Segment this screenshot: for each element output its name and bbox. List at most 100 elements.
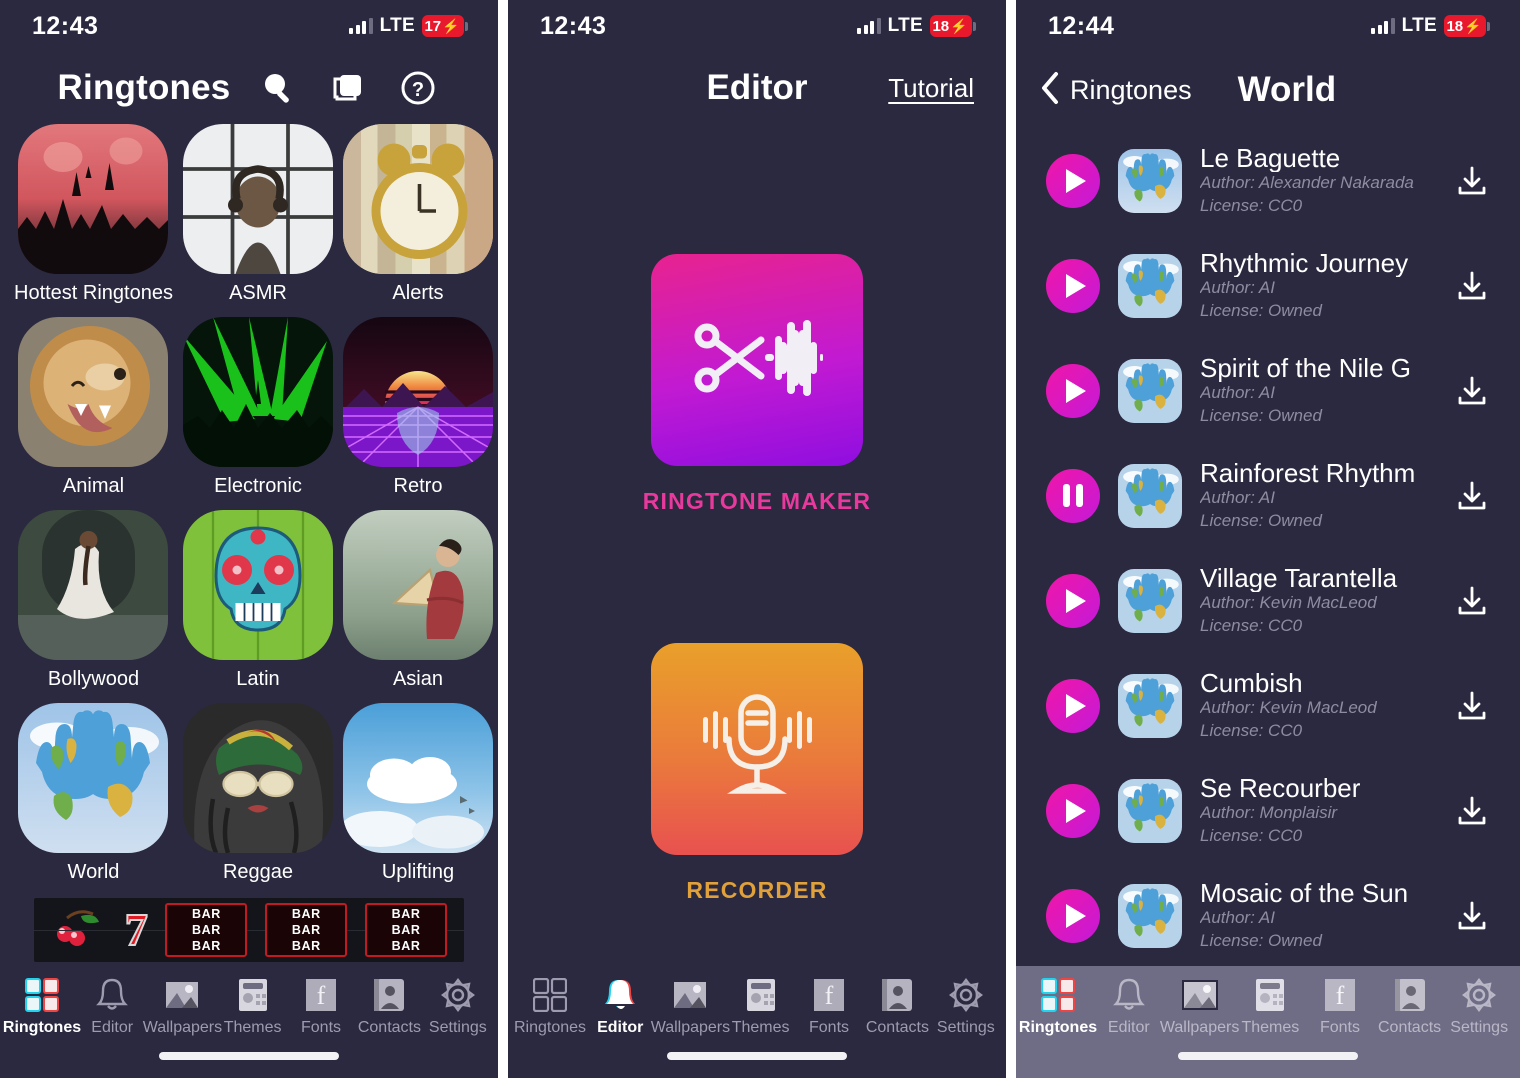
tab-fonts[interactable]: f Fonts [287, 976, 355, 1037]
track-license: License: Owned [1200, 405, 1322, 425]
download-icon[interactable] [1450, 159, 1494, 203]
download-icon[interactable] [1450, 264, 1494, 308]
tab-editor[interactable]: Editor [78, 976, 146, 1037]
play-button[interactable] [1046, 258, 1100, 313]
phone-panel-world-list: 12:44 LTE 18 ⚡ Ringtones World Le Baguet… [1016, 0, 1520, 1078]
home-indicator[interactable] [667, 1052, 847, 1060]
recorder-button[interactable] [651, 643, 863, 855]
download-icon[interactable] [1450, 789, 1494, 833]
category-tile[interactable]: Hottest Ringtones [14, 124, 173, 313]
category-thumbnail-synthwave [342, 317, 493, 467]
battery-percent: 18 [1446, 17, 1464, 35]
image-icon [670, 976, 710, 1014]
category-tile[interactable]: Retro [342, 317, 493, 506]
banner-ad[interactable]: 7 BAR BAR BAR BAR BAR BAR BAR BAR BAR [34, 898, 464, 962]
tab-themes[interactable]: Themes [1236, 976, 1306, 1037]
list-item[interactable]: Village Tarantella Author: Kevin MacLeod… [1016, 548, 1520, 653]
tab-label: Ringtones [513, 1019, 587, 1036]
list-item[interactable]: Rhythmic Journey Author: AI License: Own… [1016, 233, 1520, 338]
tab-settings[interactable]: Settings [932, 976, 1000, 1037]
pause-button[interactable] [1046, 468, 1100, 523]
category-tile[interactable]: Animal [14, 317, 173, 506]
tab-ringtones[interactable]: Ringtones [514, 976, 586, 1037]
home-indicator[interactable] [159, 1052, 339, 1060]
track-thumbnail [1118, 673, 1182, 738]
ringtone-maker-button[interactable] [651, 254, 863, 466]
list-item[interactable]: Se Recourber Author: Monplaisir License:… [1016, 758, 1520, 863]
tab-themes[interactable]: Themes [726, 976, 794, 1037]
tab-ringtones[interactable]: Ringtones [1018, 976, 1098, 1037]
tab-fonts[interactable]: f Fonts [1305, 976, 1375, 1037]
play-button[interactable] [1046, 573, 1100, 628]
play-button[interactable] [1046, 783, 1100, 838]
category-tile[interactable]: Latin [182, 510, 333, 699]
copy-icon[interactable] [326, 66, 370, 110]
search-icon[interactable] [256, 66, 300, 110]
bar-text: BAR [291, 939, 321, 953]
track-title: Spirit of the Nile G [1200, 354, 1411, 383]
play-button[interactable] [1046, 153, 1100, 208]
tab-ringtones[interactable]: Ringtones [3, 976, 81, 1037]
tab-contacts[interactable]: Contacts [863, 976, 931, 1037]
category-tile[interactable]: Uplifting [342, 703, 493, 892]
tab-fonts[interactable]: f Fonts [795, 976, 863, 1037]
tutorial-link[interactable]: Tutorial [888, 73, 974, 104]
category-tile[interactable]: Alerts [342, 124, 493, 313]
category-tile[interactable]: Electronic [182, 317, 333, 506]
tab-wallpapers[interactable]: Wallpapers [143, 976, 222, 1037]
category-tile[interactable]: Asian [342, 510, 493, 699]
play-button[interactable] [1046, 888, 1100, 943]
tab-wallpapers[interactable]: Wallpapers [1160, 976, 1239, 1037]
track-meta: Rhythmic Journey Author: AI License: Own… [1200, 249, 1432, 321]
category-tile[interactable]: Reggae [182, 703, 333, 892]
tab-editor[interactable]: Editor [1094, 976, 1164, 1037]
tab-label: Ringtones [1018, 1019, 1098, 1036]
list-item[interactable]: Cumbish Author: Kevin MacLeod License: C… [1016, 653, 1520, 758]
track-license: License: Owned [1200, 930, 1322, 950]
contact-icon [1390, 976, 1430, 1014]
tab-editor[interactable]: Editor [586, 976, 654, 1037]
list-item[interactable]: Le Baguette Author: Alexander Nakarada L… [1016, 128, 1520, 233]
tab-wallpapers[interactable]: Wallpapers [651, 976, 730, 1037]
category-label: Hottest Ringtones [14, 282, 173, 304]
category-label: Alerts [392, 282, 444, 304]
list-item[interactable]: Spirit of the Nile G Author: AI License:… [1016, 338, 1520, 443]
home-indicator[interactable] [1178, 1052, 1358, 1060]
tab-contacts[interactable]: Contacts [355, 976, 423, 1037]
play-button[interactable] [1046, 363, 1100, 418]
download-icon[interactable] [1450, 369, 1494, 413]
tab-label: Contacts [1378, 1019, 1442, 1036]
tab-label: Editor [91, 1019, 134, 1036]
status-indicators: LTE 18 ⚡ [857, 15, 976, 37]
ringtone-maker-label: RINGTONE MAKER [642, 488, 872, 514]
track-title: Cumbish [1200, 669, 1303, 698]
tab-themes[interactable]: Themes [218, 976, 286, 1037]
page-title: Ringtones [57, 68, 231, 107]
track-thumbnail [1118, 358, 1182, 423]
tab-settings[interactable]: Settings [424, 976, 492, 1037]
category-tile[interactable]: ASMR [182, 124, 333, 313]
list-item[interactable]: Rainforest Rhythm Author: AI License: Ow… [1016, 443, 1520, 548]
download-icon[interactable] [1450, 474, 1494, 518]
category-tile[interactable]: World [14, 703, 173, 892]
track-thumbnail [1118, 463, 1182, 528]
back-button[interactable]: Ringtones [1040, 71, 1192, 110]
track-thumbnail [1118, 883, 1182, 948]
help-icon[interactable]: ? [396, 66, 440, 110]
tab-settings[interactable]: Settings [1444, 976, 1514, 1037]
track-title: Le Baguette [1200, 144, 1341, 173]
download-icon[interactable] [1450, 894, 1494, 938]
status-bar: 12:43 LTE 17 ⚡ [0, 0, 498, 52]
tab-label: Settings [428, 1019, 487, 1036]
download-icon[interactable] [1450, 684, 1494, 728]
play-button[interactable] [1046, 678, 1100, 733]
chevron-left-icon [1040, 71, 1060, 110]
list-item[interactable]: Mosaic of the Sun Author: AI License: Ow… [1016, 863, 1520, 968]
phone-panel-ringtones: 12:43 LTE 17 ⚡ Ringtones ? Hottest Ringt… [0, 0, 498, 1078]
tab-contacts[interactable]: Contacts [1375, 976, 1445, 1037]
charging-bolt-icon: ⚡ [950, 18, 968, 34]
slot-bar-reel: BAR BAR BAR [365, 903, 448, 957]
download-icon[interactable] [1450, 579, 1494, 623]
charging-bolt-icon: ⚡ [442, 18, 460, 34]
category-tile[interactable]: Bollywood [14, 510, 173, 699]
